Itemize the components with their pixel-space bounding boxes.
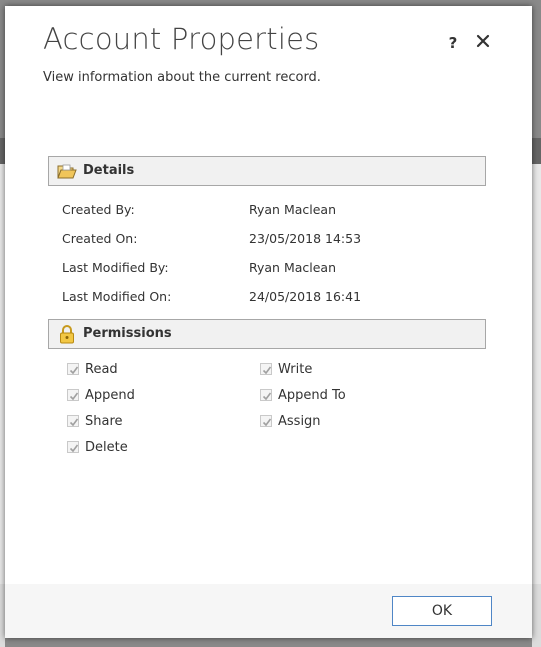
delete-label: Delete [85,440,128,455]
write-checkbox [260,363,272,375]
last-modified-by-label: Last Modified By: [62,260,169,275]
help-button[interactable]: ? [445,34,461,52]
append-label: Append [85,388,135,403]
background-footer-right [532,584,541,647]
append-to-label: Append To [278,388,346,403]
background-header-bar-right [532,138,541,164]
checkmark-icon [262,418,272,427]
share-checkbox [67,415,79,427]
permissions-section-header: Permissions [48,319,486,349]
lock-icon [57,325,77,344]
last-modified-on-value: 24/05/2018 16:41 [249,289,362,304]
ok-button[interactable]: OK [392,596,492,626]
dialog-title: Account Properties [43,22,320,56]
append-to-checkbox [260,389,272,401]
created-by-value: Ryan Maclean [249,202,337,217]
dialog-subtitle: View information about the current recor… [43,70,321,85]
created-on-label: Created On: [62,231,138,246]
checkmark-icon [262,392,272,401]
background-panel-right [532,164,541,584]
checkmark-icon [69,392,79,401]
checkmark-icon [69,366,79,375]
assign-checkbox [260,415,272,427]
last-modified-by-value: Ryan Maclean [249,260,337,275]
delete-checkbox [67,441,79,453]
checkmark-icon [262,366,272,375]
last-modified-on-label: Last Modified On: [62,289,172,304]
append-checkbox [67,389,79,401]
details-section-label: Details [83,163,135,178]
checkmark-icon [69,418,79,427]
write-label: Write [278,362,313,377]
permissions-section-label: Permissions [83,326,172,341]
created-by-label: Created By: [62,202,135,217]
checkmark-icon [69,444,79,453]
read-checkbox [67,363,79,375]
assign-label: Assign [278,414,321,429]
read-label: Read [85,362,118,377]
account-properties-dialog: Account Properties View information abou… [5,6,532,638]
close-button[interactable] [475,32,491,50]
folder-open-icon [57,163,77,181]
share-label: Share [85,414,123,429]
close-icon [476,34,490,48]
created-on-value: 23/05/2018 14:53 [249,231,362,246]
details-section-header: Details [48,156,486,186]
